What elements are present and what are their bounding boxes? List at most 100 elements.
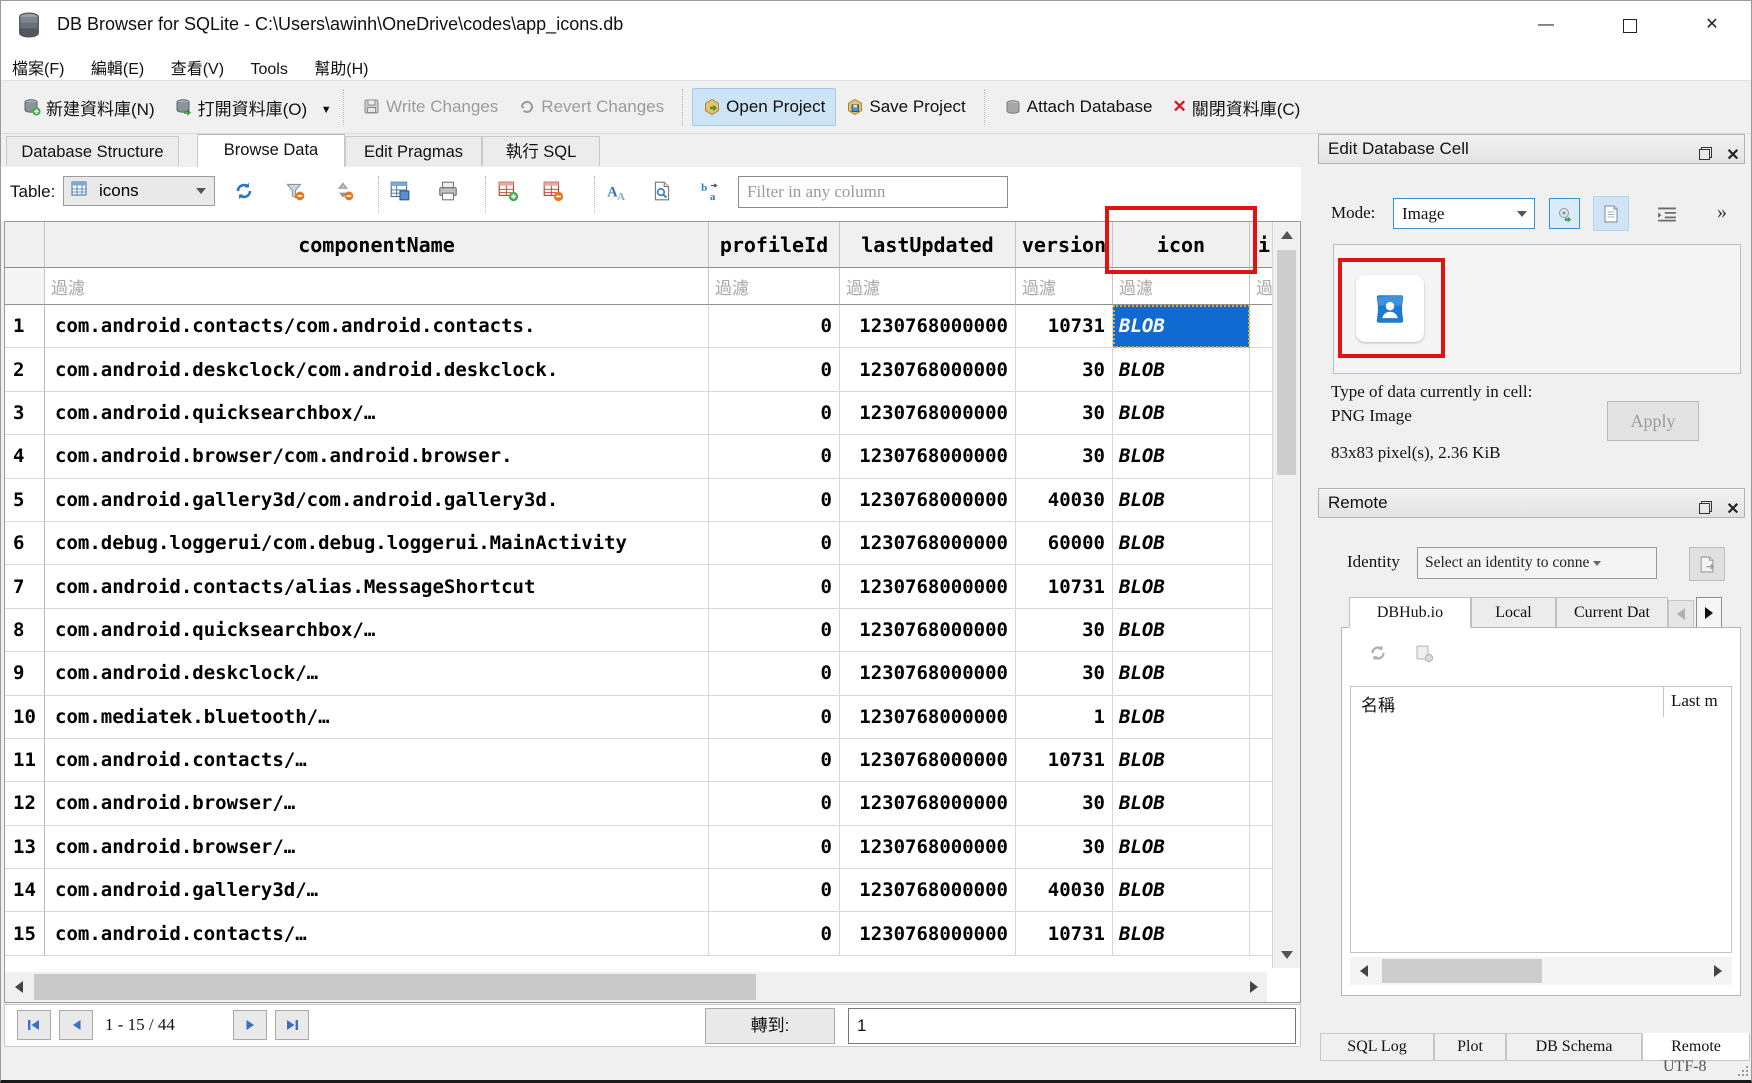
refresh-remote-icon[interactable] [1368, 643, 1390, 665]
last-record-button[interactable] [275, 1010, 309, 1040]
cell-version[interactable]: 40030 [1016, 869, 1113, 912]
next-record-button[interactable] [233, 1010, 267, 1040]
encoding-status[interactable]: UTF-8 [1663, 1058, 1707, 1076]
scroll-left-button[interactable] [5, 974, 32, 1000]
cell-version[interactable]: 60000 [1016, 522, 1113, 565]
cell-profileId[interactable]: 0 [709, 435, 840, 478]
table-selector[interactable]: icons [63, 176, 215, 206]
delete-record-icon[interactable] [542, 180, 564, 202]
dock-tab-remote[interactable]: Remote [1642, 1033, 1750, 1061]
horizontal-scrollbar[interactable] [5, 972, 1267, 1002]
save-project-button[interactable]: Save Project [836, 89, 975, 125]
revert-changes-button[interactable]: Revert Changes [508, 89, 674, 125]
column-header-version[interactable]: version [1016, 222, 1113, 268]
cell-partial[interactable] [1250, 826, 1273, 869]
column-header-lastUpdated[interactable]: lastUpdated [840, 222, 1016, 268]
cell-version[interactable]: 30 [1016, 652, 1113, 695]
cell-componentName[interactable]: com.android.contacts/alias.MessageShortc… [45, 565, 709, 608]
cell-version[interactable]: 30 [1016, 348, 1113, 391]
tab-edit-pragmas[interactable]: Edit Pragmas [345, 136, 482, 166]
cell-icon[interactable]: BLOB [1113, 565, 1250, 608]
cell-lastUpdated[interactable]: 1230768000000 [840, 435, 1016, 478]
clear-sort-icon[interactable] [333, 180, 355, 202]
close-button[interactable]: ✕ [1689, 9, 1735, 41]
cell-version[interactable]: 10731 [1016, 305, 1113, 348]
cell-componentName[interactable]: com.android.quicksearchbox/… [45, 609, 709, 652]
open-project-button[interactable]: Open Project [692, 88, 836, 126]
filter-profileId[interactable]: 過濾 [709, 268, 840, 305]
filter-lastUpdated[interactable]: 過濾 [840, 268, 1016, 305]
remote-scroll-thumb[interactable] [1382, 959, 1542, 983]
cell-partial[interactable] [1250, 392, 1273, 435]
cell-profileId[interactable]: 0 [709, 392, 840, 435]
cell-componentName[interactable]: com.android.contacts/… [45, 912, 709, 955]
name-column-header[interactable]: 名稱 [1361, 691, 1395, 716]
apply-button[interactable]: Apply [1607, 401, 1699, 441]
minimize-button[interactable]: — [1523, 9, 1569, 41]
cell-icon[interactable]: BLOB [1113, 348, 1250, 391]
cell-profileId[interactable]: 0 [709, 739, 840, 782]
cell-icon[interactable]: BLOB [1113, 609, 1250, 652]
clone-database-button[interactable] [1689, 547, 1725, 581]
cell-version[interactable]: 10731 [1016, 565, 1113, 608]
close-panel-button[interactable]: ✕ [1724, 141, 1742, 159]
cell-partial[interactable] [1250, 305, 1273, 348]
scroll-right-button[interactable] [1706, 959, 1730, 983]
cell-lastUpdated[interactable]: 1230768000000 [840, 739, 1016, 782]
cell-partial[interactable] [1250, 479, 1273, 522]
remote-tab-current-database[interactable]: Current Dat [1556, 597, 1668, 628]
last-modified-column-header[interactable]: Last m [1671, 691, 1718, 711]
float-panel-button[interactable] [1699, 141, 1717, 159]
insert-record-icon[interactable] [497, 180, 519, 202]
previous-record-button[interactable] [59, 1010, 93, 1040]
filter-version[interactable]: 過濾 [1016, 268, 1113, 305]
cell-profileId[interactable]: 0 [709, 826, 840, 869]
tab-browse-data[interactable]: Browse Data [197, 134, 345, 167]
new-database-button[interactable]: 新建資料庫(N) [13, 87, 165, 128]
dock-tab-db-schema[interactable]: DB Schema [1506, 1033, 1642, 1061]
cell-lastUpdated[interactable]: 1230768000000 [840, 348, 1016, 391]
cell-icon[interactable]: BLOB [1113, 869, 1250, 912]
cell-profileId[interactable]: 0 [709, 696, 840, 739]
cell-icon[interactable]: BLOB [1113, 782, 1250, 825]
cell-componentName[interactable]: com.android.gallery3d/com.android.galler… [45, 479, 709, 522]
cell-lastUpdated[interactable]: 1230768000000 [840, 782, 1016, 825]
cell-icon[interactable]: BLOB [1113, 479, 1250, 522]
cell-componentName[interactable]: com.android.deskclock/com.android.deskcl… [45, 348, 709, 391]
cell-componentName[interactable]: com.debug.loggerui/com.debug.loggerui.Ma… [45, 522, 709, 565]
cell-profileId[interactable]: 0 [709, 869, 840, 912]
expand-toolbar-button[interactable]: » [1717, 201, 1727, 224]
horizontal-scroll-thumb[interactable] [34, 974, 756, 1000]
cell-version[interactable]: 30 [1016, 435, 1113, 478]
goto-button[interactable]: 轉到: [705, 1008, 835, 1044]
filter-any-column-input[interactable]: Filter in any column [738, 176, 1008, 208]
cell-partial[interactable] [1250, 696, 1273, 739]
resize-grip[interactable] [1736, 1064, 1748, 1076]
cell-partial[interactable] [1250, 435, 1273, 478]
cell-lastUpdated[interactable]: 1230768000000 [840, 696, 1016, 739]
goto-record-input[interactable]: 1 [848, 1008, 1296, 1044]
dock-tab-plot[interactable]: Plot [1434, 1033, 1506, 1061]
cell-version[interactable]: 10731 [1016, 739, 1113, 782]
import-data-button[interactable] [1549, 198, 1580, 229]
tab-database-structure[interactable]: Database Structure [6, 136, 179, 166]
vertical-scroll-thumb[interactable] [1277, 250, 1296, 475]
tab-scroll-left-button[interactable] [1668, 600, 1694, 628]
refresh-icon[interactable] [233, 180, 255, 202]
clear-filter-icon[interactable] [284, 180, 306, 202]
close-panel-button[interactable]: ✕ [1724, 495, 1742, 513]
cell-lastUpdated[interactable]: 1230768000000 [840, 479, 1016, 522]
scroll-right-button[interactable] [1240, 974, 1267, 1000]
cell-version[interactable]: 40030 [1016, 479, 1113, 522]
save-table-icon[interactable] [389, 180, 411, 202]
cell-lastUpdated[interactable]: 1230768000000 [840, 912, 1016, 955]
cell-version[interactable]: 30 [1016, 782, 1113, 825]
cell-profileId[interactable]: 0 [709, 782, 840, 825]
cell-profileId[interactable]: 0 [709, 522, 840, 565]
cell-icon[interactable]: BLOB [1113, 696, 1250, 739]
scroll-up-button[interactable] [1273, 222, 1300, 247]
cell-lastUpdated[interactable]: 1230768000000 [840, 826, 1016, 869]
menu-view[interactable]: 查看(V) [160, 51, 235, 83]
cell-componentName[interactable]: com.android.contacts/… [45, 739, 709, 782]
find-replace-icon[interactable]: ba [700, 180, 722, 202]
